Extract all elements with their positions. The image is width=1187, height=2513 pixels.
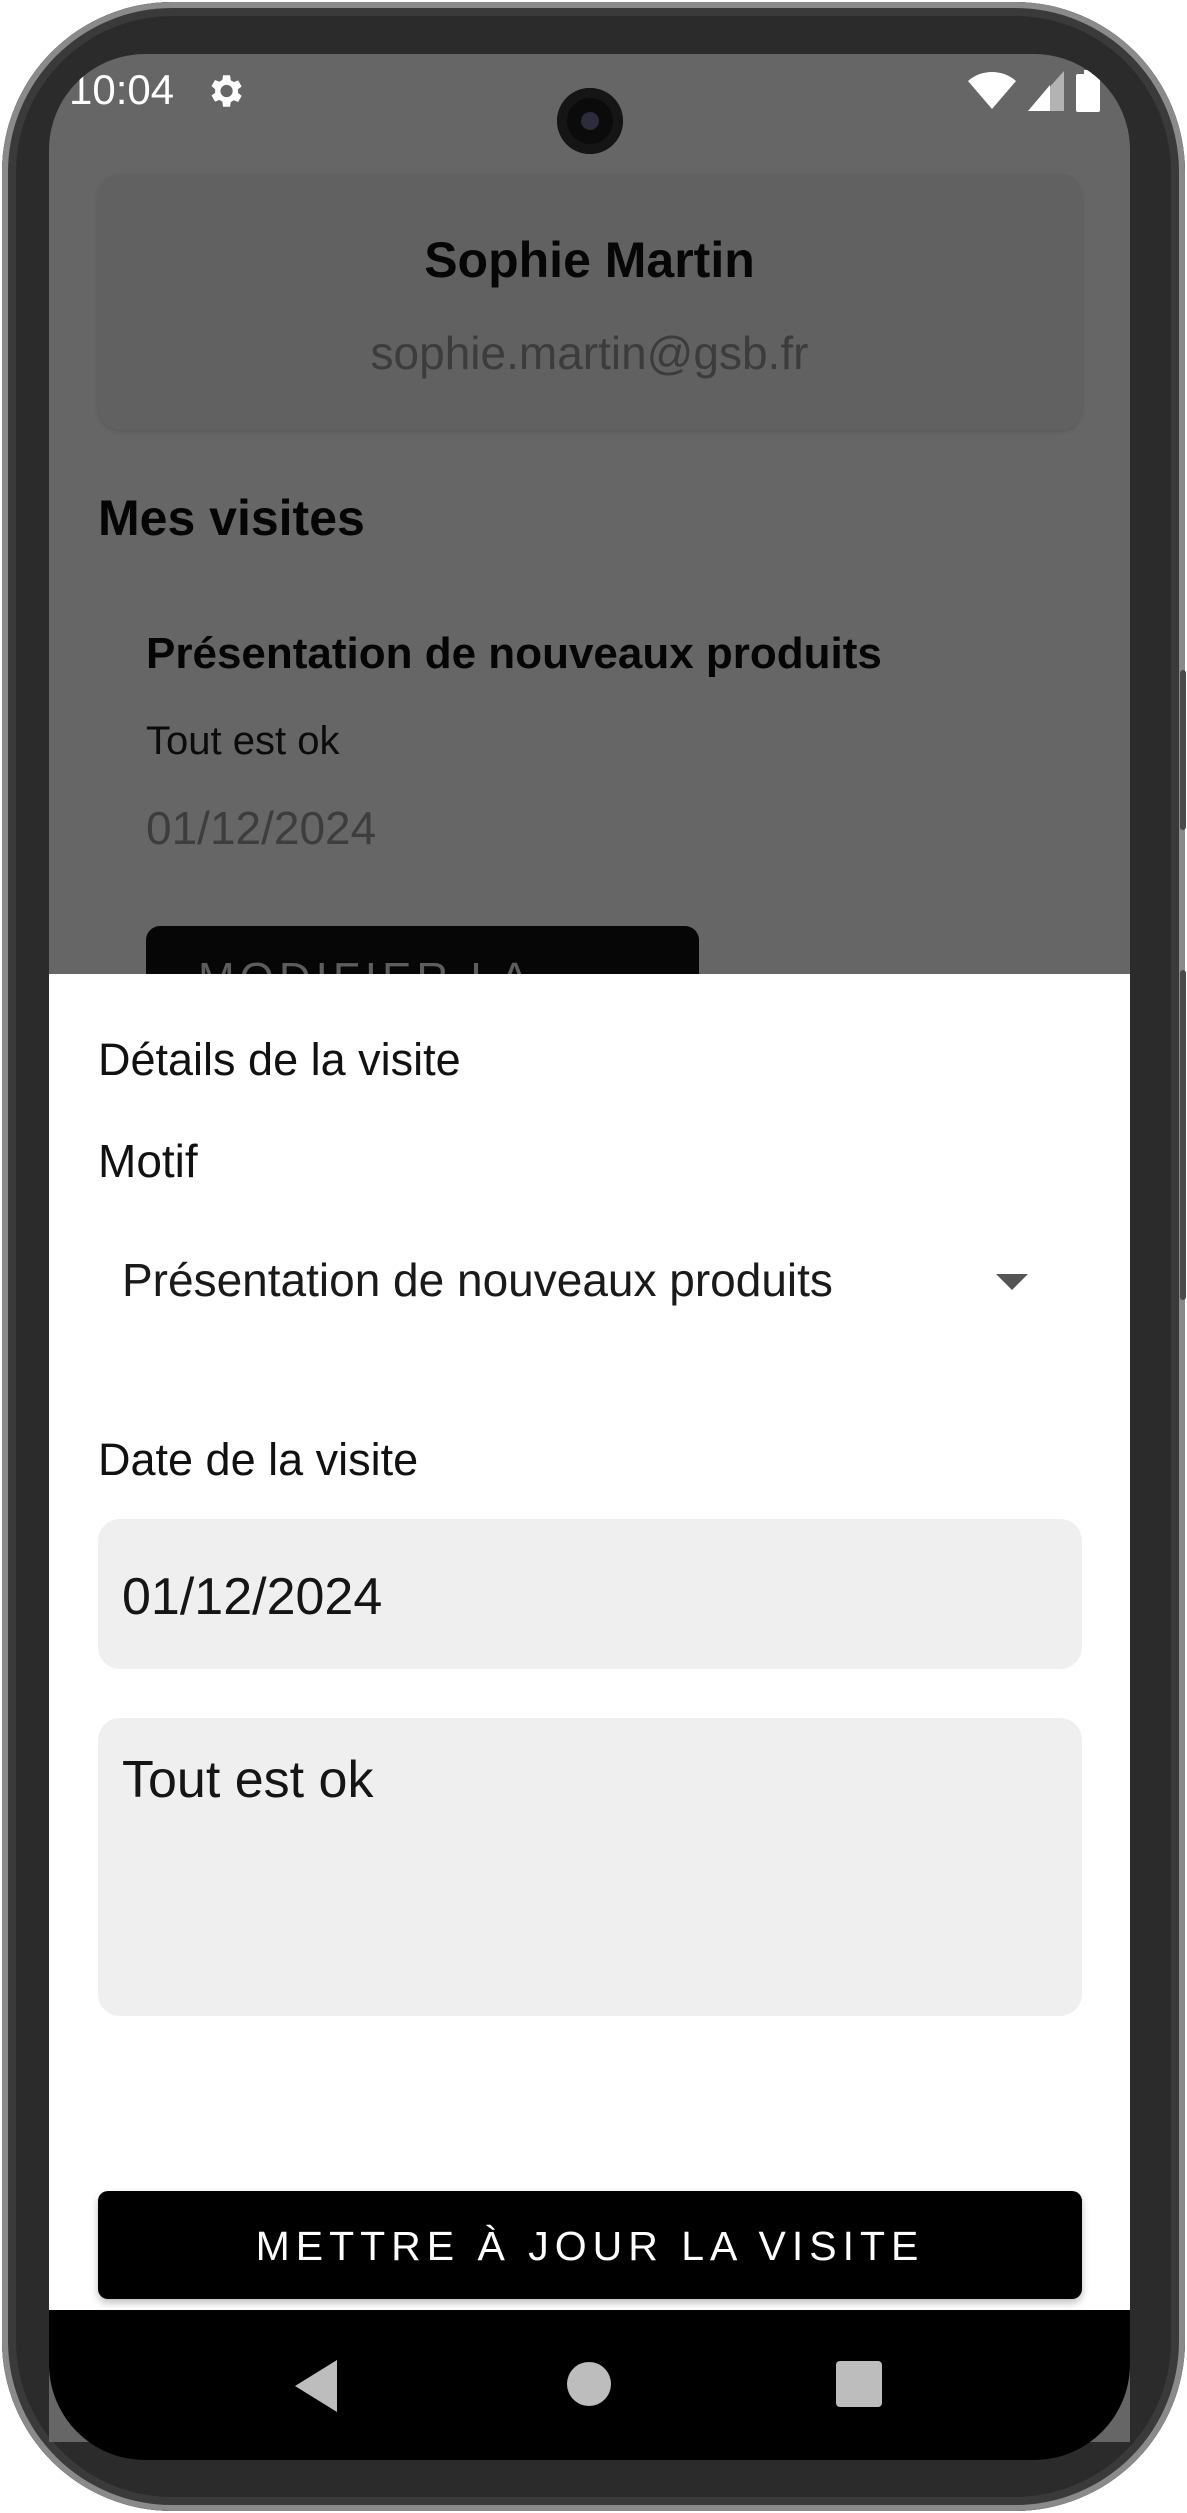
visits-section-title: Mes visites — [98, 490, 365, 546]
recents-icon[interactable] — [836, 2361, 882, 2407]
date-label: Date de la visite — [98, 1434, 419, 1485]
visit-comment: Tout est ok — [146, 719, 340, 763]
status-icons — [968, 70, 1100, 112]
sheet-title: Détails de la visite — [98, 1034, 461, 1085]
profile-card — [98, 174, 1082, 430]
update-visit-button[interactable]: METTRE À JOUR LA VISITE — [98, 2191, 1082, 2299]
visit-motif: Présentation de nouveaux produits — [146, 629, 882, 678]
status-time: 10:04 — [69, 66, 175, 113]
battery-icon — [1076, 70, 1100, 112]
visit-date: 01/12/2024 — [146, 802, 377, 854]
power-button — [1180, 970, 1186, 1300]
motif-dropdown[interactable]: Présentation de nouveaux produits — [98, 1219, 1082, 1339]
date-input-value: 01/12/2024 — [122, 1568, 383, 1626]
home-icon[interactable] — [567, 2362, 611, 2406]
signal-icon — [1028, 71, 1064, 111]
motif-label: Motif — [98, 1135, 198, 1187]
volume-button — [1180, 670, 1186, 830]
settings-icon — [211, 75, 242, 107]
motif-selected-value: Présentation de nouveaux produits — [122, 1254, 833, 1306]
date-input[interactable]: 01/12/2024 — [98, 1519, 1082, 1669]
visit-details-sheet: Détails de la visite Motif Présentation … — [49, 974, 1130, 2362]
wifi-icon — [968, 72, 1016, 109]
front-camera — [557, 88, 623, 154]
screen: Sophie Martin sophie.martin@gsb.fr Mes v… — [49, 54, 1130, 2442]
comment-textarea-value: Tout est ok — [122, 1751, 374, 1809]
profile-email: sophie.martin@gsb.fr — [370, 327, 809, 379]
comment-textarea[interactable]: Tout est ok — [98, 1718, 1082, 2016]
navigation-bar — [49, 2310, 1130, 2460]
profile-name: Sophie Martin — [424, 232, 755, 288]
dropdown-arrow-icon — [996, 1274, 1028, 1290]
back-icon[interactable] — [295, 2360, 337, 2412]
